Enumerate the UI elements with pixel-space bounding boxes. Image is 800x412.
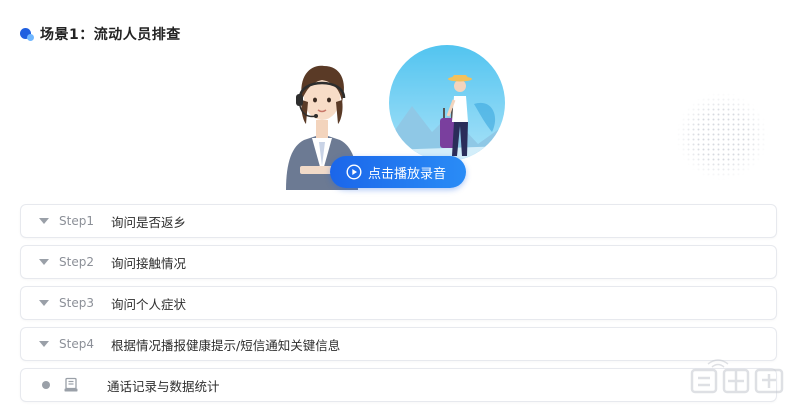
play-icon — [346, 164, 362, 180]
step-text: 询问接触情况 — [111, 255, 187, 271]
record-icon — [64, 377, 78, 392]
play-button-label: 点击播放录音 — [368, 166, 447, 182]
traveler-illustration — [389, 45, 505, 161]
chevron-down-icon[interactable] — [39, 341, 49, 347]
call-records-row[interactable]: 通话记录与数据统计 — [20, 368, 777, 402]
section-header: 场景1：流动人员排查 — [20, 24, 181, 44]
section-title: 场景1：流动人员排查 — [40, 27, 181, 43]
step-number: Step1 — [59, 214, 94, 228]
step-number: Step4 — [59, 337, 94, 351]
step-number: Step3 — [59, 296, 94, 310]
step-row-4[interactable]: Step4 根据情况播报健康提示/短信通知关键信息 — [20, 327, 777, 361]
call-records-label: 通话记录与数据统计 — [107, 378, 220, 394]
hero-illustration: 点击播放录音 — [270, 40, 530, 195]
chevron-down-icon[interactable] — [39, 300, 49, 306]
watermark-logo — [690, 359, 784, 394]
bullet-icon — [20, 27, 34, 41]
step-text: 询问个人症状 — [111, 296, 187, 312]
step-row-1[interactable]: Step1 询问是否返乡 — [20, 204, 777, 238]
step-list: Step1 询问是否返乡 Step2 询问接触情况 Step3 询问个人症状 S… — [20, 204, 777, 402]
dot-pattern-decoration — [676, 92, 768, 180]
step-text: 根据情况播报健康提示/短信通知关键信息 — [111, 337, 341, 353]
step-text: 询问是否返乡 — [111, 214, 187, 230]
chevron-down-icon[interactable] — [39, 218, 49, 224]
bullet-dot-icon — [42, 381, 50, 389]
step-row-3[interactable]: Step3 询问个人症状 — [20, 286, 777, 320]
play-recording-button[interactable]: 点击播放录音 — [330, 156, 466, 188]
step-number: Step2 — [59, 255, 94, 269]
step-row-2[interactable]: Step2 询问接触情况 — [20, 245, 777, 279]
chevron-down-icon[interactable] — [39, 259, 49, 265]
